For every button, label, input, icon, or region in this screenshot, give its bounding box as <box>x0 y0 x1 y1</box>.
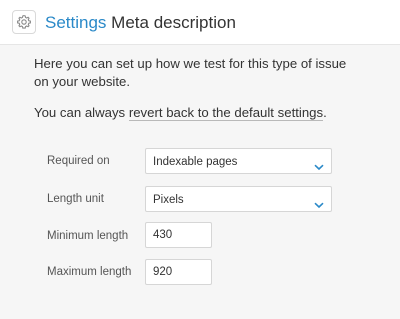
required-on-label: Required on <box>47 155 110 167</box>
settings-button[interactable] <box>12 10 36 34</box>
length-unit-select[interactable]: Pixels <box>145 186 332 212</box>
intro-text: Here you can set up how we test for this… <box>34 56 347 89</box>
header: Settings Meta description <box>0 0 400 45</box>
required-on-select[interactable]: Indexable pages <box>145 148 332 174</box>
breadcrumb-settings[interactable]: Settings <box>45 13 106 32</box>
minimum-length-label: Minimum length <box>47 230 129 242</box>
revert-suffix: . <box>323 105 327 120</box>
chevron-down-icon <box>314 158 324 176</box>
revert-note: You can always revert back to the defaul… <box>34 104 374 122</box>
minimum-length-input[interactable] <box>145 222 212 248</box>
page-title: Settings Meta description <box>45 12 236 34</box>
maximum-length-label: Maximum length <box>47 266 132 278</box>
length-unit-label: Length unit <box>47 193 104 205</box>
revert-prefix: You can always <box>34 105 129 120</box>
maximum-length-input[interactable] <box>145 259 212 285</box>
revert-defaults-link[interactable]: revert back to the default settings <box>128 105 324 121</box>
length-unit-value: Pixels <box>153 194 184 206</box>
chevron-down-icon <box>314 196 324 214</box>
page-heading: Meta description <box>111 13 236 32</box>
required-on-value: Indexable pages <box>153 156 238 168</box>
